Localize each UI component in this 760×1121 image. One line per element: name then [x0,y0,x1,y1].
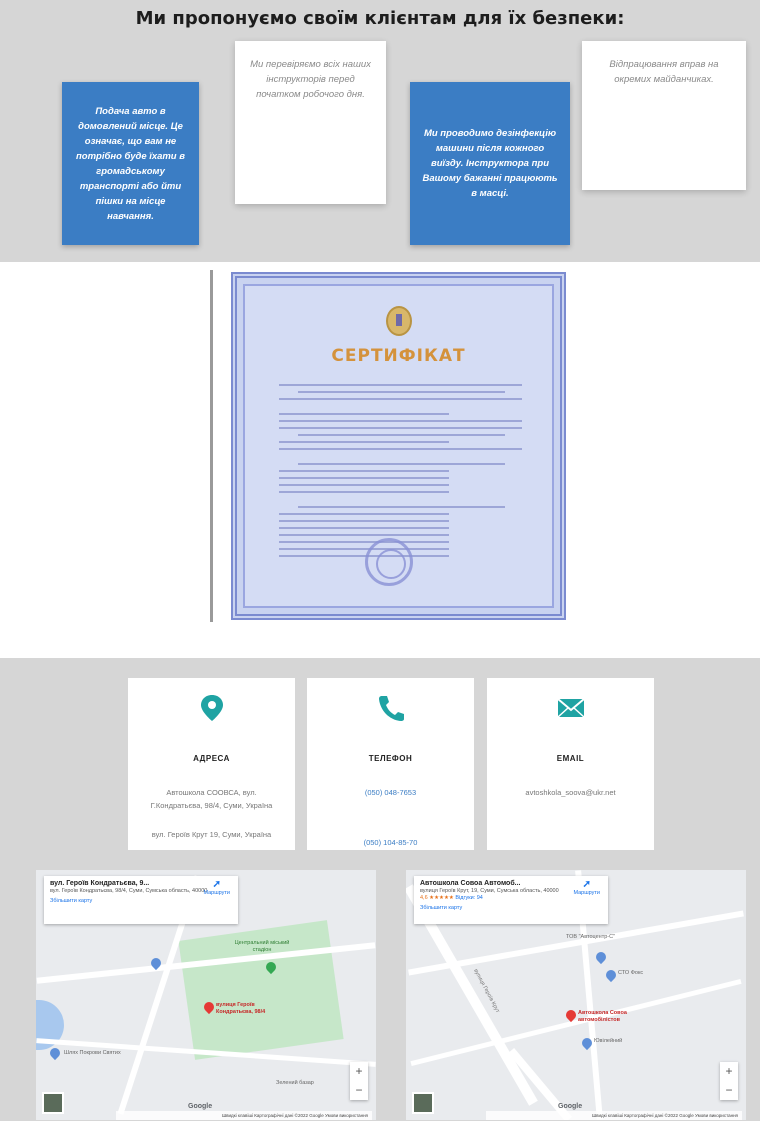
zoom-control[interactable]: + − [720,1062,738,1100]
certificate-frame: СЕРТИФІКАТ [243,284,554,608]
google-logo: Google [188,1103,213,1110]
certificate-image: СЕРТИФІКАТ [231,272,566,620]
feature-card-text: Відпрацювання вправ на окремих майданчик… [609,59,719,85]
larger-map-link[interactable]: Збільшити карту [50,898,232,905]
phone-icon [378,696,404,721]
satellite-toggle[interactable] [42,1092,64,1114]
map-attribution: Швидкі клавіші Картографічні дані ©2022 … [116,1111,372,1120]
feature-card-text: Подача авто в домовлений місце. Це означ… [76,105,185,222]
larger-map-link[interactable]: Збільшити карту [420,905,602,912]
map-place-label: ТОВ "Автоцентр-С" [566,934,616,940]
phone-card: ТЕЛЕФОН (050) 048-7653 (050) 104-85-70 [307,678,474,850]
directions-button[interactable]: ➚ Маршрути [203,880,230,897]
map-rating: 4,6 ★★★★★ [420,895,454,901]
map-place-label: Ювілейний [594,1038,623,1044]
poi-pin-icon[interactable] [593,949,609,965]
map-pin-label: вулиця Героїв Кондратьєва, 98/4 [216,1002,266,1015]
email-card: EMAIL avtoshkola_soova@ukr.net [487,678,654,850]
zoom-out-button: − [355,1083,363,1097]
map-place-label: СТО Фокс [618,970,644,976]
envelope-icon [556,698,585,718]
map-place-label: Шлях Покрови Святих [64,1050,121,1056]
directions-icon: ➚ [582,879,591,890]
phone-link-2[interactable]: (050) 104-85-70 [319,836,462,849]
zoom-in-button: + [725,1064,733,1078]
contacts-section: АДРЕСА Автошкола СООВСА, вул. Г.Кондрать… [0,658,760,1121]
directions-icon: ➚ [212,879,221,890]
address-label: АДРЕСА [193,754,230,763]
satellite-toggle[interactable] [412,1092,434,1114]
certificate-title: СЕРТИФІКАТ [331,346,466,366]
feature-card-instructor-check: Ми перевіряємо всіх наших інструкторів п… [235,41,386,204]
features-section: Ми пропонуємо своїм клієнтам для їх безп… [0,0,760,262]
map-pin-icon [200,695,223,721]
feature-card-pickup: Подача авто в домовлений місце. Це означ… [62,82,199,245]
zoom-control[interactable]: + − [350,1062,368,1100]
certificate-body [279,384,522,562]
map-place-label: Центральний міський стадіон [234,940,290,953]
poi-pin-icon[interactable] [603,967,619,983]
email-value[interactable]: avtoshkola_soova@ukr.net [499,786,642,799]
map-reviews-link[interactable]: Відгуки: 94 [455,895,483,901]
feature-card-disinfection: Ми проводимо дезінфекцію машини після ко… [410,82,570,245]
certificate-section: СЕРТИФІКАТ [210,270,567,622]
poi-pin-icon[interactable] [47,1045,63,1061]
google-logo: Google [558,1103,583,1110]
zoom-out-button: − [725,1083,733,1097]
feature-card-practice-grounds: Відпрацювання вправ на окремих майданчик… [582,41,746,190]
feature-card-text: Ми проводимо дезінфекцію машини після ко… [422,128,558,199]
map-place-label: Зелений базар [276,1080,314,1086]
address-card: АДРЕСА Автошкола СООВСА, вул. Г.Кондрать… [128,678,295,850]
map-info-card: Автошкола Совоа Автомоб... вулиця Героїв… [414,876,608,924]
features-title: Ми пропонуємо своїм клієнтам для їх безп… [135,8,625,29]
phone-label: ТЕЛЕФОН [368,754,413,763]
phone-link-1[interactable]: (050) 048-7653 [319,786,462,799]
feature-card-text: Ми перевіряємо всіх наших інструкторів п… [250,59,371,100]
email-label: EMAIL [556,754,585,763]
address-line-1: Автошкола СООВСА, вул. Г.Кондратьєва, 98… [150,788,273,810]
stamp-icon [365,538,413,586]
directions-button[interactable]: ➚ Маршрути [573,880,600,897]
google-map-1[interactable]: вул. Героїв Кондратьєва, 9... вул. Герої… [36,870,376,1120]
map-attribution: Швидкі клавіші Картографічні дані ©2022 … [486,1111,742,1120]
map-info-card: вул. Героїв Кондратьєва, 9... вул. Герої… [44,876,238,924]
zoom-in-button: + [355,1064,363,1078]
map-pin-label: Автошкола Совоа автомобілістов [578,1010,627,1023]
address-line-2: вул. Героїв Крут 19, Суми, Україна [151,830,272,839]
coat-of-arms-icon [385,306,412,336]
google-map-2[interactable]: Автошкола Совоа Автомоб... вулиця Героїв… [406,870,746,1120]
